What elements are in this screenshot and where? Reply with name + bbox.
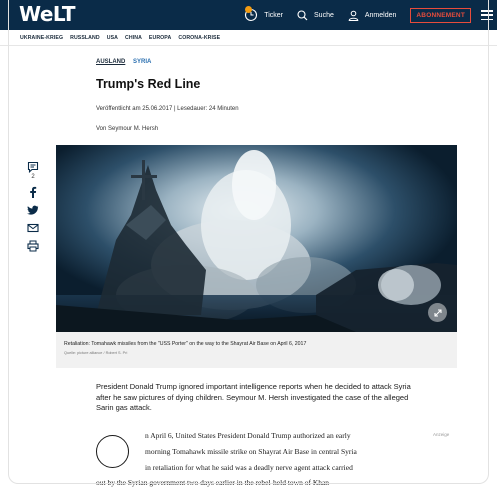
clock-icon: [244, 6, 258, 22]
search-button[interactable]: Suche: [297, 9, 334, 21]
image-caption: Retaliation: Tomahawk missiles from the …: [64, 341, 307, 347]
image-credit: Quelle: picture alliance / Robert S. Pri: [64, 351, 128, 355]
facebook-share[interactable]: [27, 186, 39, 198]
subscribe-button[interactable]: ABONNEMENT: [410, 7, 471, 23]
article-body: n April 6, United States President Donal…: [96, 431, 414, 489]
facebook-icon: [30, 186, 37, 198]
login-button[interactable]: Anmelden: [348, 10, 397, 21]
social-share-rail: 2: [23, 161, 43, 258]
search-icon: [297, 9, 308, 20]
body-line: in retaliation for what he said was a de…: [145, 462, 353, 472]
body-line: out by the Syrian government two days ea…: [96, 478, 330, 488]
nav-item-corona[interactable]: CORONA-KRISE: [178, 35, 220, 41]
warship-missile-launch-photo: [56, 145, 457, 332]
print-button[interactable]: [27, 240, 39, 252]
image-caption-box: Retaliation: Tomahawk missiles from the …: [56, 332, 457, 368]
ad-label: Anzeige: [433, 432, 450, 437]
login-label: Anmelden: [364, 11, 397, 19]
twitter-share[interactable]: [27, 204, 39, 216]
article-author: Von Seymour M. Hersh: [96, 126, 159, 132]
nav-item-europa[interactable]: EUROPA: [149, 35, 171, 41]
nav-item-russland[interactable]: RUSSLAND: [70, 35, 100, 41]
article-meta: Veröffentlicht am 25.06.2017 | Lesedauer…: [96, 106, 239, 112]
nav-item-china[interactable]: CHINA: [125, 35, 142, 41]
hero-image[interactable]: [56, 145, 457, 332]
comment-count: 2: [31, 174, 35, 180]
nav-item-ukraine[interactable]: UKRAINE-KRIEG: [20, 35, 63, 41]
breadcrumb-ausland[interactable]: AUSLAND: [96, 59, 125, 65]
mail-share[interactable]: [27, 222, 39, 234]
page: WeLT Ticker Suche Anmelden ABONNEMENT UK…: [0, 0, 497, 489]
header-bar: WeLT Ticker Suche Anmelden ABONNEMENT: [0, 0, 497, 30]
welt-logo[interactable]: WeLT: [19, 3, 76, 25]
ticker-button[interactable]: Ticker: [244, 6, 284, 22]
print-icon: [27, 240, 39, 252]
mail-icon: [27, 223, 39, 233]
nav-item-usa[interactable]: USA: [107, 35, 118, 41]
article-title: Trump's Red Line: [96, 77, 201, 91]
comment-icon: [27, 161, 39, 173]
expand-icon: [433, 308, 442, 317]
zoom-image-button[interactable]: [428, 303, 447, 322]
article-intro: President Donald Trump ignored important…: [96, 382, 411, 413]
menu-icon[interactable]: [481, 10, 493, 20]
user-icon: [348, 10, 359, 21]
body-line: n April 6, United States President Donal…: [145, 431, 351, 440]
header-actions: Ticker Suche Anmelden ABONNEMENT: [244, 0, 497, 30]
breadcrumb-syria[interactable]: SYRIA: [133, 59, 151, 65]
twitter-icon: [27, 205, 39, 215]
body-line: morning Tomahawk missile strike on Shayr…: [145, 447, 357, 457]
search-label: Suche: [314, 11, 334, 19]
comments-button[interactable]: 2: [27, 161, 39, 180]
ticker-label: Ticker: [264, 11, 284, 19]
topic-nav: UKRAINE-KRIEG RUSSLAND USA CHINA EUROPA …: [0, 30, 497, 46]
breadcrumb: AUSLAND SYRIA: [96, 59, 151, 65]
